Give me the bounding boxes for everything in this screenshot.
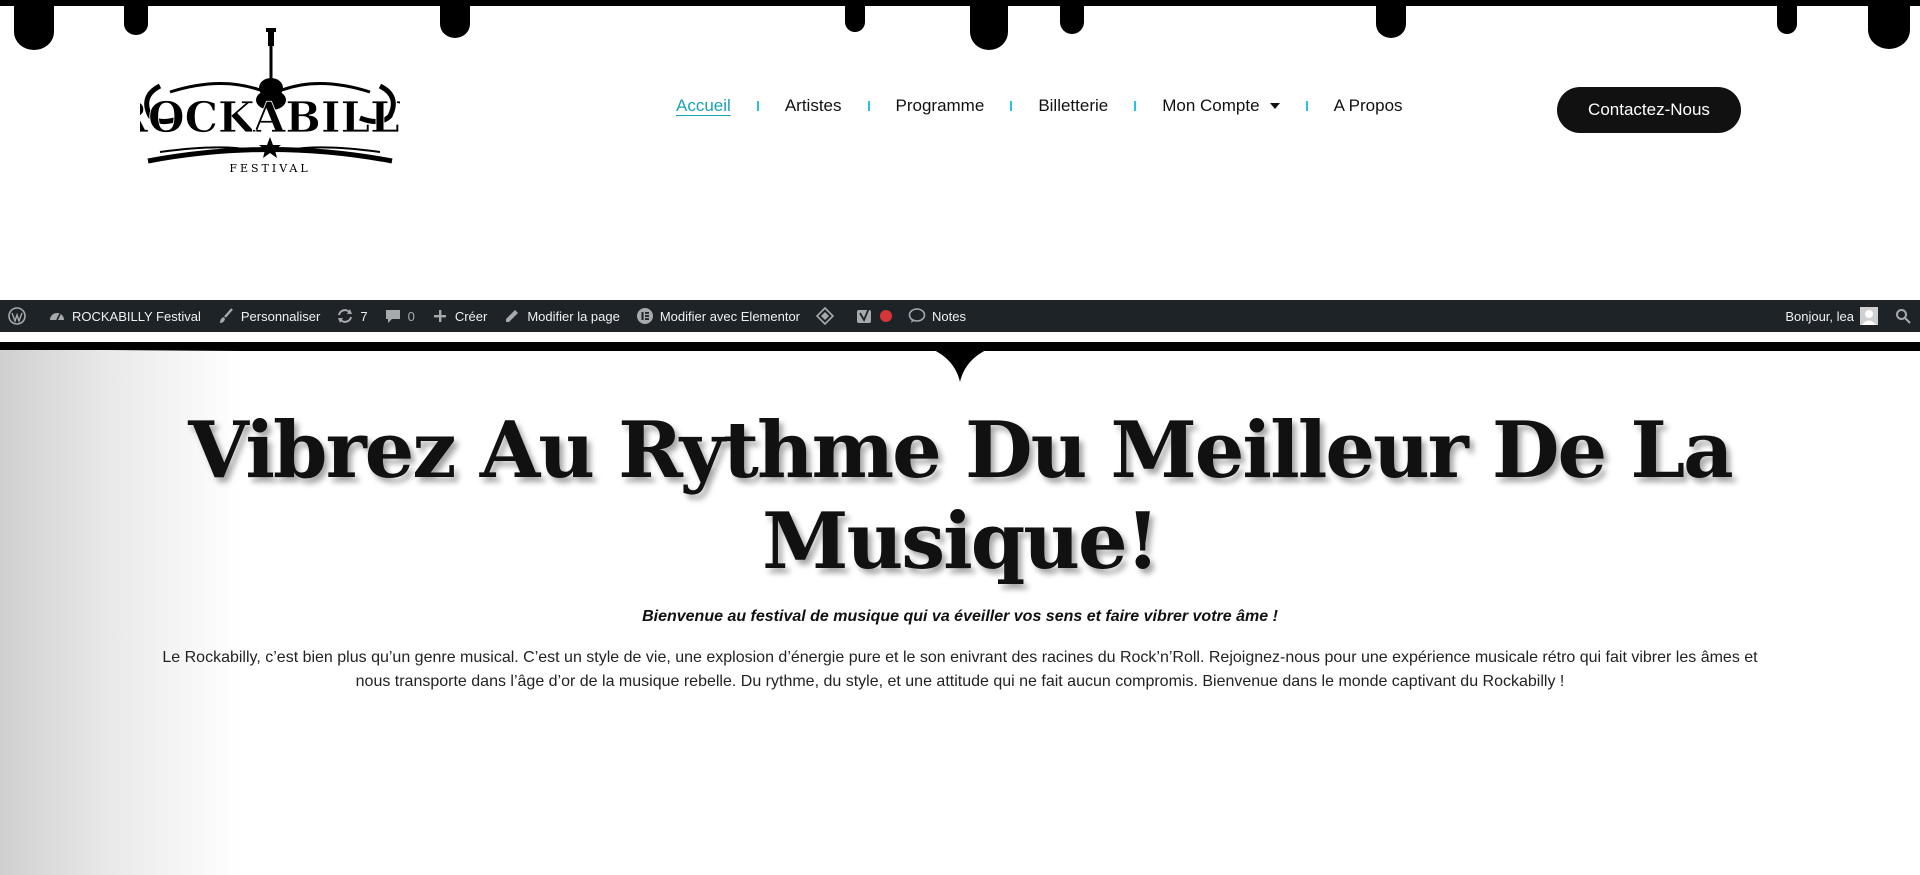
dashboard-icon [48, 307, 66, 325]
nav-separator [756, 101, 759, 111]
contact-button[interactable]: Contactez-Nous [1557, 87, 1741, 133]
create-label: Créer [454, 308, 488, 324]
notes-link[interactable]: Notes [900, 300, 974, 332]
yoast-seo-menu[interactable] [848, 300, 900, 332]
comments-count: 0 [407, 308, 415, 324]
customize-link[interactable]: Personnaliser [209, 300, 329, 332]
hero-body: Le Rockabilly, c’est bien plus qu’un gen… [162, 649, 1758, 690]
logo-wordmark: ROCKABILLY [140, 93, 400, 142]
nav-mon-compte[interactable]: Mon Compte [1162, 96, 1280, 116]
updates-count: 7 [360, 308, 368, 324]
pencil-icon [503, 307, 521, 325]
elementor-icon [636, 307, 654, 325]
yoast-icon [856, 307, 874, 325]
refresh-icon [336, 307, 354, 325]
nav-a-propos[interactable]: A Propos [1334, 96, 1403, 116]
brush-icon [217, 307, 235, 325]
nav-artistes[interactable]: Artistes [785, 96, 842, 116]
site-name-label: ROCKABILLY Festival [72, 308, 201, 324]
nav-separator [867, 101, 870, 111]
nav-mon-compte-label: Mon Compte [1162, 96, 1260, 115]
site-header: ROCKABILLY FESTIVAL Accueil Artistes Pro… [0, 0, 1920, 200]
notes-label: Notes [932, 308, 966, 324]
nav-billetterie[interactable]: Billetterie [1038, 96, 1108, 116]
nav-accueil[interactable]: Accueil [676, 96, 731, 116]
hero-title: Vibrez Au Rythme Du Meilleur De La Musiq… [188, 405, 1733, 587]
nav-separator [1134, 101, 1137, 111]
nav-separator [1010, 101, 1013, 111]
hero-subtitle: Bienvenue au festival de musique qui va … [642, 608, 1278, 625]
main-nav: Accueil Artistes Programme Billetterie M… [676, 96, 1403, 116]
edit-elementor-link[interactable]: Modifier avec Elementor [628, 300, 808, 332]
seo-status-dot [880, 310, 893, 322]
comment-icon [384, 307, 402, 325]
admin-search[interactable] [1886, 300, 1920, 332]
diamond-plugin-menu[interactable] [808, 300, 848, 332]
account-menu[interactable]: Bonjour, lea [1777, 300, 1886, 332]
section-divider [0, 342, 1920, 382]
avatar [1860, 307, 1878, 325]
logo-subtitle: FESTIVAL [229, 162, 310, 175]
chat-bubble-icon [908, 307, 926, 325]
site-name-menu[interactable]: ROCKABILLY Festival [40, 300, 209, 332]
chevron-down-icon [1269, 102, 1280, 109]
rockabilly-logo[interactable]: ROCKABILLY FESTIVAL [140, 26, 400, 176]
nav-separator [1305, 101, 1308, 111]
edit-page-link[interactable]: Modifier la page [495, 300, 628, 332]
create-menu[interactable]: Créer [423, 300, 496, 332]
edit-elementor-label: Modifier avec Elementor [659, 308, 801, 324]
search-icon [1894, 307, 1912, 325]
wordpress-logo-icon [8, 307, 26, 325]
diamond-icon [816, 307, 835, 325]
wordpress-menu[interactable] [0, 300, 40, 332]
plus-icon [431, 307, 449, 325]
edit-page-label: Modifier la page [527, 308, 620, 324]
comments-link[interactable]: 0 [376, 300, 423, 332]
customize-label: Personnaliser [240, 308, 321, 324]
updates-link[interactable]: 7 [328, 300, 375, 332]
greeting-label: Bonjour, lea [1785, 308, 1854, 324]
nav-programme[interactable]: Programme [896, 96, 985, 116]
wp-admin-bar: ROCKABILLY Festival Personnaliser 7 0 Cr… [0, 300, 1920, 332]
